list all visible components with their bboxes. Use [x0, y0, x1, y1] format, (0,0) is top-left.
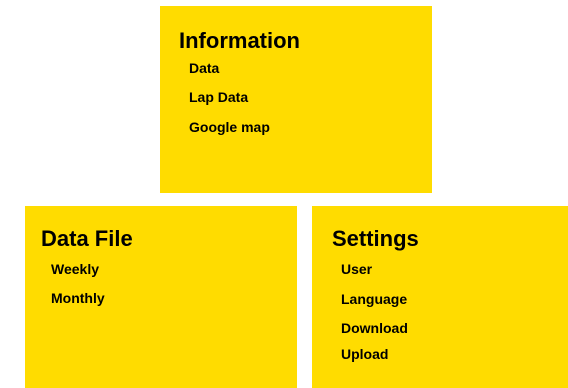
- menu-item-data[interactable]: Data: [189, 61, 219, 75]
- information-panel: Information Data Lap Data Google map: [160, 6, 432, 193]
- menu-item-language[interactable]: Language: [341, 292, 407, 306]
- menu-item-google-map[interactable]: Google map: [189, 120, 270, 134]
- menu-item-upload[interactable]: Upload: [341, 347, 388, 361]
- settings-panel: Settings User Language Download Upload: [312, 206, 568, 388]
- menu-item-lap-data[interactable]: Lap Data: [189, 90, 248, 104]
- data-file-title: Data File: [41, 226, 133, 251]
- menu-item-user[interactable]: User: [341, 262, 372, 276]
- data-file-panel: Data File Weekly Monthly: [25, 206, 297, 388]
- menu-item-weekly[interactable]: Weekly: [51, 262, 99, 276]
- information-title: Information: [179, 28, 300, 53]
- menu-item-monthly[interactable]: Monthly: [51, 291, 105, 305]
- settings-title: Settings: [332, 226, 419, 251]
- menu-item-download[interactable]: Download: [341, 321, 408, 335]
